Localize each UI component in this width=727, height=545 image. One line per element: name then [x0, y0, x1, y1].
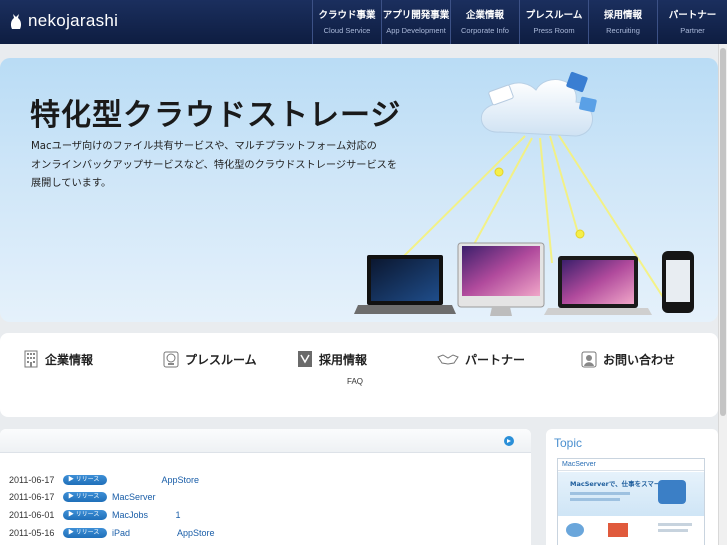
- building-icon: [24, 350, 38, 368]
- cloud-devices-illustration: [354, 71, 694, 316]
- news-item: 2011-05-16 ▶ リリース iPad AppStore: [9, 527, 215, 539]
- news-item: 2011-06-17 ▶ リリース MacServer: [9, 491, 156, 503]
- nav-corporate-info[interactable]: 企業情報 Corporate Info: [450, 0, 519, 44]
- news-date: 2011-06-17: [9, 475, 55, 485]
- category-label: お問い合わせ: [603, 352, 676, 367]
- category-press-room[interactable]: プレスルーム: [163, 350, 257, 368]
- news-item: 2011-06-17 ▶ リリース AppStore: [9, 474, 199, 486]
- news-title[interactable]: MacServer: [112, 492, 156, 502]
- news-title[interactable]: AppStore: [112, 475, 200, 485]
- thumb-text-line: [658, 529, 688, 532]
- page-scrollbar[interactable]: [718, 44, 727, 545]
- iphone: [662, 251, 694, 313]
- thumb-product-image: [658, 480, 686, 504]
- topic-title: Topic: [554, 436, 583, 450]
- news-panel: 2011-06-17 ▶ リリース AppStore 2011-06-17 ▶ …: [0, 429, 531, 545]
- faq-link[interactable]: FAQ: [347, 377, 363, 386]
- logo-text: nekojarashi: [28, 11, 119, 30]
- thumb-text-line: [570, 498, 620, 501]
- nav-app-development[interactable]: アプリ開発事業 App Development: [381, 0, 450, 44]
- recruit-icon: [298, 351, 312, 367]
- category-label: 採用情報: [319, 352, 368, 367]
- category-corporate-info[interactable]: 企業情報: [23, 350, 93, 368]
- news-date: 2011-06-17: [9, 492, 55, 502]
- thumb-banner: MacServerで、仕事をスマートに。: [558, 472, 704, 516]
- main-nav: クラウド事業 Cloud Service アプリ開発事業 App Develop…: [312, 0, 727, 44]
- nav-label-en: Press Room: [533, 26, 575, 35]
- news-date: 2011-05-16: [9, 528, 55, 538]
- nav-partner[interactable]: パートナー Partner: [657, 0, 727, 44]
- logo[interactable]: nekojarashi: [9, 11, 118, 31]
- nav-label-en: Cloud Service: [323, 26, 371, 35]
- category-links: 企業情報 プレスルーム 採用情報 パートナー お問い合わせ FAQ: [0, 333, 718, 417]
- press-icon: [163, 351, 179, 368]
- nav-press-room[interactable]: プレスルーム Press Room: [519, 0, 588, 44]
- contact-icon: [581, 351, 597, 368]
- category-label: プレスルーム: [185, 352, 257, 367]
- thumb-feature-icon: [566, 523, 584, 537]
- category-recruiting[interactable]: 採用情報: [297, 350, 367, 368]
- handshake-icon: [437, 354, 459, 365]
- topic-panel: Topic MacServer MacServerで、仕事をスマートに。: [546, 429, 718, 545]
- nav-label-jp: プレスルーム: [525, 10, 583, 21]
- nav-label-jp: クラウド事業: [318, 10, 376, 21]
- nav-label-jp: 採用情報: [603, 10, 642, 21]
- release-badge[interactable]: ▶ リリース: [63, 528, 107, 538]
- nav-label-en: Corporate Info: [461, 26, 509, 35]
- release-badge[interactable]: ▶ リリース: [63, 475, 107, 485]
- cat-logo-icon: [10, 14, 22, 29]
- thumb-feature-icon: [608, 523, 628, 537]
- nav-recruiting[interactable]: 採用情報 Recruiting: [588, 0, 657, 44]
- nav-cloud-service[interactable]: クラウド事業 Cloud Service: [312, 0, 381, 44]
- scrollbar-thumb[interactable]: [720, 48, 726, 416]
- category-partner[interactable]: パートナー: [437, 350, 525, 368]
- imac: [457, 242, 545, 316]
- topic-thumbnail[interactable]: MacServer MacServerで、仕事をスマートに。: [557, 458, 705, 545]
- category-contact[interactable]: お問い合わせ: [581, 350, 675, 368]
- nav-label-jp: アプリ開発事業: [382, 10, 450, 21]
- news-item: 2011-06-01 ▶ リリース MacJobs 1: [9, 509, 181, 521]
- release-badge[interactable]: ▶ リリース: [63, 510, 107, 520]
- windows-laptop: [354, 255, 456, 314]
- category-label: パートナー: [465, 352, 526, 367]
- hero-banner: 特化型クラウドストレージ Macユーザ向けのファイル共有サービスや、マルチプラッ…: [0, 58, 718, 322]
- nav-label-en: App Development: [386, 26, 446, 35]
- cloud-icon: [480, 71, 597, 137]
- site-header: nekojarashi クラウド事業 Cloud Service アプリ開発事業…: [0, 0, 727, 44]
- category-label: 企業情報: [45, 352, 94, 367]
- news-title[interactable]: MacJobs 1: [112, 510, 181, 520]
- thumb-text-line: [658, 523, 692, 526]
- thumb-text-line: [570, 492, 630, 495]
- news-header: [0, 429, 531, 453]
- nav-label-jp: 企業情報: [465, 10, 504, 21]
- release-badge[interactable]: ▶ リリース: [63, 492, 107, 502]
- news-more-arrow-icon[interactable]: [504, 436, 514, 446]
- nav-label-en: Partner: [680, 26, 705, 35]
- nav-label-en: Recruiting: [606, 26, 640, 35]
- news-title[interactable]: iPad AppStore: [112, 528, 215, 538]
- macbook: [544, 256, 652, 315]
- thumb-brand: MacServer: [558, 459, 704, 471]
- nav-label-jp: パートナー: [668, 10, 717, 21]
- news-date: 2011-06-01: [9, 510, 55, 520]
